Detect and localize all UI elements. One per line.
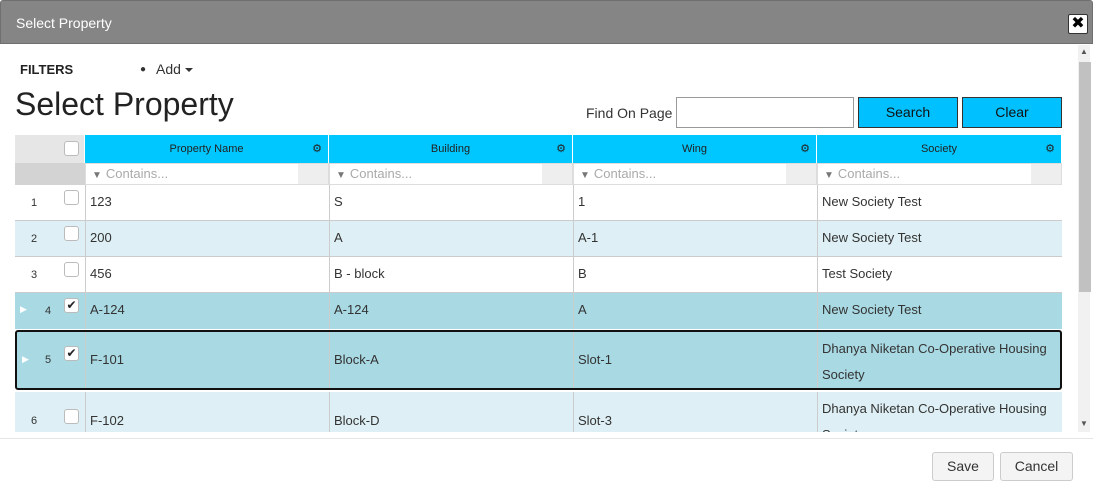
filter-end-cap bbox=[1031, 164, 1061, 184]
filter-end-cap bbox=[786, 164, 816, 184]
cell-society: New Society Test bbox=[817, 293, 1062, 329]
cell-society-line: Society bbox=[822, 422, 1058, 432]
caret-down-icon bbox=[184, 68, 193, 72]
column-header-society[interactable]: Society ⚙ bbox=[817, 135, 1062, 163]
cell-wing: Slot-3 bbox=[573, 392, 817, 432]
row-checkbox[interactable] bbox=[64, 190, 79, 205]
table-row[interactable]: 2 200 A A-1 New Society Test bbox=[15, 221, 1062, 257]
cell-society-line: Dhanya Niketan Co-Operative Housing bbox=[822, 341, 1047, 356]
filter-end-cap bbox=[542, 164, 572, 184]
bullet-icon: ● bbox=[140, 64, 147, 75]
column-header-property-name[interactable]: Property Name ⚙ bbox=[85, 135, 329, 163]
cell-wing: A-1 bbox=[573, 221, 817, 256]
filter-placeholder: Contains... bbox=[593, 166, 657, 181]
add-filter-dropdown[interactable]: ● Add bbox=[140, 61, 193, 77]
filter-society-input[interactable]: ▼ Contains... bbox=[817, 163, 1062, 185]
cell-building: A bbox=[329, 221, 573, 256]
column-header-building[interactable]: Building ⚙ bbox=[329, 135, 573, 163]
cell-property-name: A-124 bbox=[85, 293, 329, 329]
row-index: 2 bbox=[31, 233, 38, 245]
select-all-checkbox[interactable] bbox=[64, 141, 79, 156]
filter-placeholder: Contains... bbox=[105, 166, 169, 181]
expand-row-icon[interactable]: ▶ bbox=[22, 354, 29, 365]
search-button[interactable]: Search bbox=[858, 97, 958, 128]
page-title: Select Property bbox=[15, 86, 234, 122]
property-grid: Property Name ⚙ Building ⚙ Wing ⚙ Societ… bbox=[15, 135, 1062, 432]
cell-building: Block-D bbox=[329, 392, 573, 432]
column-header-label: Property Name bbox=[169, 143, 244, 155]
cell-society-line: Society bbox=[822, 367, 865, 382]
cell-wing: Slot-1 bbox=[573, 332, 817, 388]
cell-property-name: 200 bbox=[85, 221, 329, 256]
expand-row-icon[interactable]: ▶ bbox=[20, 304, 27, 315]
cell-wing: 1 bbox=[573, 185, 817, 220]
scroll-up-icon[interactable]: ▲ bbox=[1080, 47, 1088, 56]
filter-row-spacer bbox=[15, 163, 85, 185]
save-button[interactable]: Save bbox=[932, 452, 994, 481]
funnel-icon[interactable]: ▼ bbox=[824, 170, 834, 181]
find-on-page-label: Find On Page bbox=[586, 105, 673, 121]
row-checkbox[interactable]: ✔ bbox=[64, 298, 79, 313]
filter-end-cap bbox=[298, 164, 328, 184]
column-header-label: Building bbox=[430, 143, 471, 155]
add-filter-label: Add bbox=[156, 61, 181, 77]
row-checkbox[interactable] bbox=[64, 226, 79, 241]
cell-building: B - block bbox=[329, 257, 573, 292]
grid-header-corner bbox=[15, 135, 85, 163]
footer-divider bbox=[0, 438, 1093, 439]
cell-property-name: 456 bbox=[85, 257, 329, 292]
table-row[interactable]: 6 F-102 Block-D Slot-3 Dhanya Niketan Co… bbox=[15, 392, 1062, 432]
filters-label: FILTERS bbox=[20, 62, 74, 77]
funnel-icon[interactable]: ▼ bbox=[580, 170, 590, 181]
filter-placeholder: Contains... bbox=[837, 166, 901, 181]
cell-wing: A bbox=[573, 293, 817, 329]
gear-icon[interactable]: ⚙ bbox=[800, 135, 810, 163]
funnel-icon[interactable]: ▼ bbox=[336, 170, 346, 181]
dialog-titlebar: Select Property ✖ bbox=[0, 0, 1093, 44]
cell-society: New Society Test bbox=[817, 221, 1062, 256]
cell-society-line: Dhanya Niketan Co-Operative Housing bbox=[822, 401, 1047, 416]
cell-society: Dhanya Niketan Co-Operative Housing Soci… bbox=[817, 392, 1062, 432]
cell-wing: B bbox=[573, 257, 817, 292]
column-header-wing[interactable]: Wing ⚙ bbox=[573, 135, 817, 163]
cell-property-name: 123 bbox=[85, 185, 329, 220]
gear-icon[interactable]: ⚙ bbox=[1045, 135, 1055, 163]
row-index: 3 bbox=[31, 269, 38, 281]
filter-building-input[interactable]: ▼ Contains... bbox=[329, 163, 573, 185]
row-index: 6 bbox=[31, 415, 38, 427]
cancel-button[interactable]: Cancel bbox=[1000, 452, 1073, 481]
filter-property-name-input[interactable]: ▼ Contains... bbox=[85, 163, 329, 185]
row-index: 5 bbox=[45, 354, 52, 366]
column-header-label: Wing bbox=[681, 143, 708, 155]
table-row[interactable]: ▶ 5 ✔ F-101 Block-A Slot-1 Dhanya Niketa… bbox=[15, 330, 1062, 390]
cell-society: New Society Test bbox=[817, 185, 1062, 220]
scroll-down-icon[interactable]: ▼ bbox=[1080, 419, 1088, 428]
clear-button[interactable]: Clear bbox=[962, 97, 1062, 128]
table-row[interactable]: 3 456 B - block B Test Society bbox=[15, 257, 1062, 293]
row-index: 4 bbox=[45, 305, 52, 317]
cell-property-name: F-102 bbox=[85, 392, 329, 432]
table-row[interactable]: 1 123 S 1 New Society Test bbox=[15, 185, 1062, 221]
column-header-label: Society bbox=[920, 143, 958, 155]
find-on-page-input[interactable] bbox=[676, 97, 854, 128]
cell-property-name: F-101 bbox=[85, 332, 329, 388]
cell-society: Test Society bbox=[817, 257, 1062, 292]
dialog-title: Select Property bbox=[16, 15, 112, 31]
close-icon[interactable]: ✖ bbox=[1068, 14, 1088, 34]
cell-building: A-124 bbox=[329, 293, 573, 329]
cell-building: Block-A bbox=[329, 332, 573, 388]
gear-icon[interactable]: ⚙ bbox=[312, 135, 322, 163]
row-checkbox[interactable] bbox=[64, 409, 79, 424]
gear-icon[interactable]: ⚙ bbox=[556, 135, 566, 163]
cell-society: Dhanya Niketan Co-Operative Housing Soci… bbox=[817, 332, 1060, 388]
scrollbar-thumb[interactable] bbox=[1079, 62, 1091, 292]
row-checkbox[interactable]: ✔ bbox=[64, 346, 79, 361]
funnel-icon[interactable]: ▼ bbox=[92, 170, 102, 181]
filter-placeholder: Contains... bbox=[349, 166, 413, 181]
table-row[interactable]: ▶ 4 ✔ A-124 A-124 A New Society Test bbox=[15, 293, 1062, 329]
row-index: 1 bbox=[31, 197, 38, 209]
cell-building: S bbox=[329, 185, 573, 220]
filter-wing-input[interactable]: ▼ Contains... bbox=[573, 163, 817, 185]
row-checkbox[interactable] bbox=[64, 262, 79, 277]
